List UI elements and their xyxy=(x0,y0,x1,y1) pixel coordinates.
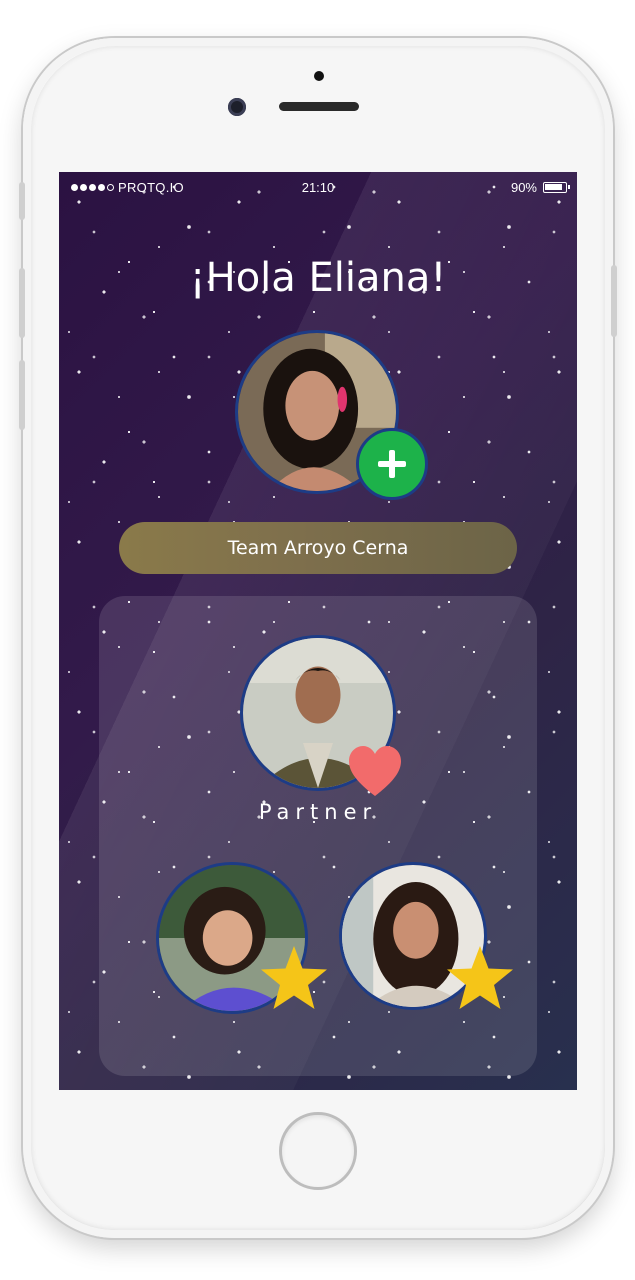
partner-label: Partner xyxy=(258,800,378,824)
star-icon xyxy=(261,946,327,1009)
home-button[interactable] xyxy=(279,1112,357,1190)
battery-icon xyxy=(543,182,570,193)
app-screen: PROTQ.IO 21:10 90% ¡Hola Eliana! Team Ar… xyxy=(59,172,577,1090)
front-camera xyxy=(228,98,246,116)
heart-icon xyxy=(349,746,401,796)
volume-up-button xyxy=(19,268,25,338)
earpiece-speaker xyxy=(279,102,359,111)
battery-percent: 90% xyxy=(510,180,537,195)
team-name-label: Team Arroyo Cerna xyxy=(227,537,409,559)
status-right: 90% xyxy=(510,180,570,195)
greeting-title: ¡Hola Eliana! xyxy=(189,255,447,301)
add-member-button[interactable] xyxy=(356,428,428,500)
proximity-sensor xyxy=(314,71,324,81)
power-button xyxy=(611,265,617,337)
mute-switch xyxy=(19,182,25,220)
volume-down-button xyxy=(19,360,25,430)
status-time: 21:10 xyxy=(301,180,335,195)
status-bar: PROTQ.IO 21:10 90% xyxy=(59,172,577,202)
team-name-button[interactable]: Team Arroyo Cerna xyxy=(119,522,517,574)
star-icon xyxy=(447,946,513,1009)
